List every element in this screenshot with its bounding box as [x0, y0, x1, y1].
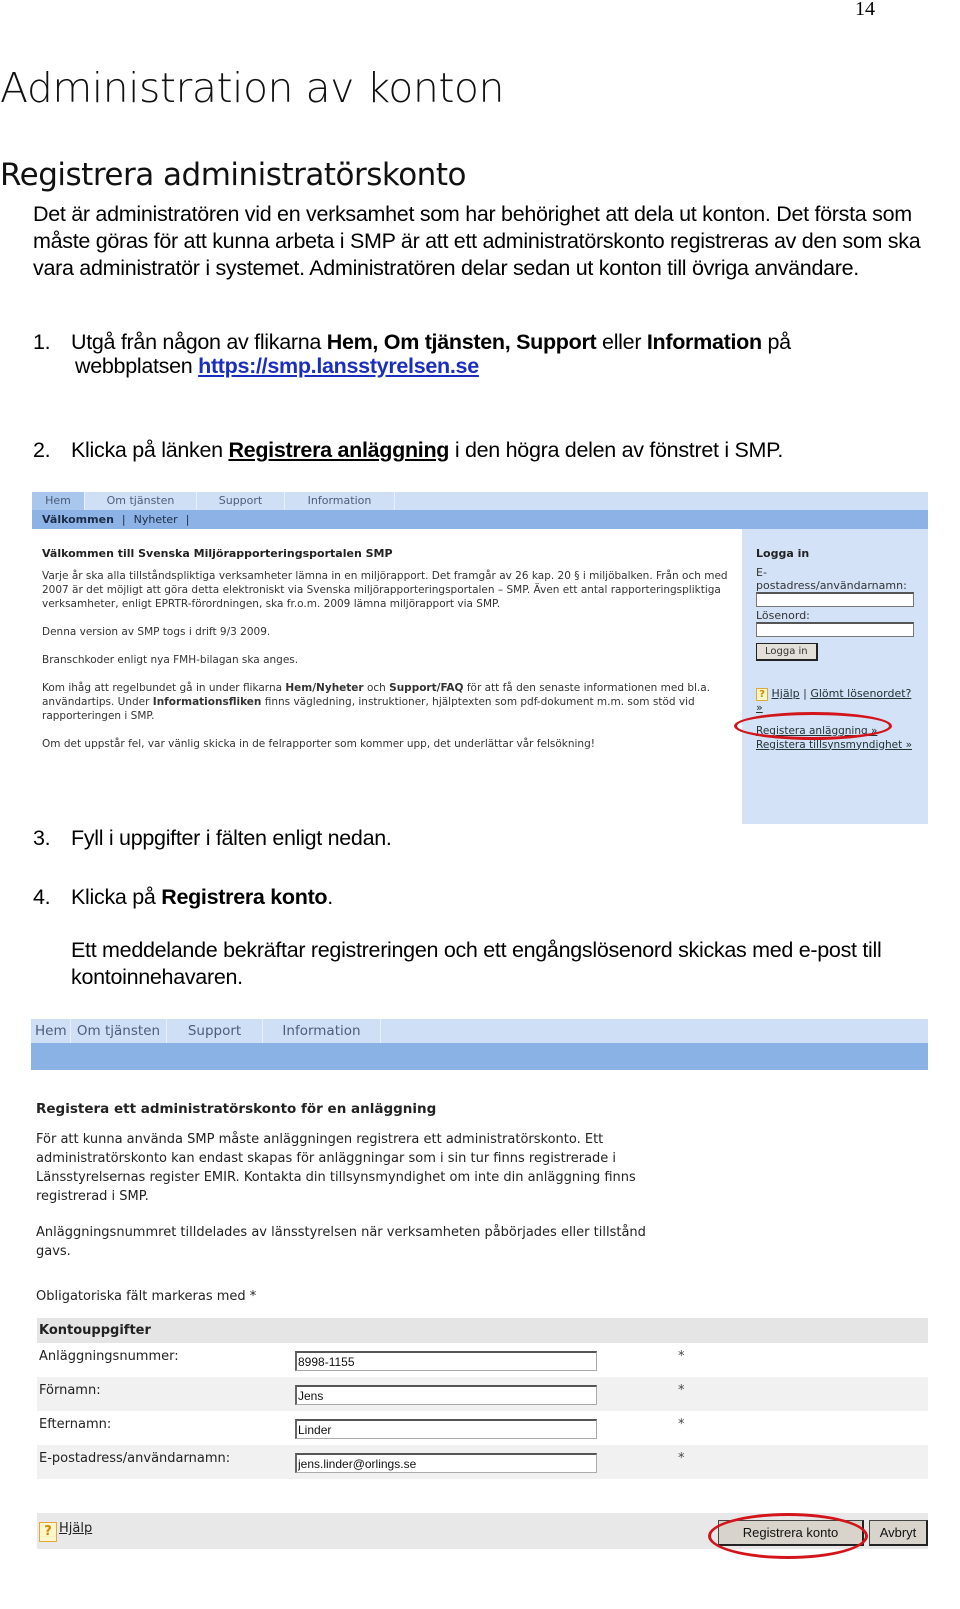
step-text: . — [327, 885, 333, 909]
form-row-facility-number: Anläggningsnummer: * — [37, 1343, 928, 1377]
bold-text: Informationsfliken — [152, 696, 262, 708]
step-1: 1. Utgå från någon av flikarna Hem, Om tj… — [33, 330, 933, 378]
login-sidebar: Logga in E-postadress/användarnamn: Löse… — [742, 529, 928, 824]
last-name-input[interactable] — [295, 1419, 597, 1439]
tab-support[interactable]: Support — [167, 1019, 263, 1043]
required-marker: * — [678, 1451, 685, 1466]
step-text: eller — [596, 330, 647, 354]
tab-hem[interactable]: Hem — [32, 492, 85, 510]
step-4: 4. Klicka på Registrera konto. — [33, 885, 933, 909]
page-title: Administration av konton — [0, 64, 504, 112]
version-paragraph: Denna version av SMP togs i drift 9/3 20… — [42, 626, 271, 638]
subnav-nyheter[interactable]: Nyheter — [134, 513, 178, 526]
form-row-last-name: Efternamn: * — [37, 1411, 928, 1445]
first-name-input[interactable] — [295, 1385, 597, 1405]
text: och — [363, 682, 390, 694]
facility-number-paragraph: Anläggningsnummret tilldelades av länsst… — [36, 1225, 646, 1259]
step-text: i den högra delen av fönstret i SMP. — [449, 438, 784, 462]
required-marker: * — [678, 1417, 685, 1432]
login-email-input[interactable] — [756, 592, 914, 607]
smp-welcome-screenshot: Hem Om tjänsten Support Information Välk… — [32, 492, 928, 824]
tab-om-tjansten[interactable]: Om tjänsten — [71, 1019, 167, 1043]
welcome-paragraph: Varje år ska alla tillståndspliktiga ver… — [42, 570, 728, 610]
help-icon: ? — [39, 1522, 57, 1542]
step-bold: Registrera konto — [161, 885, 328, 909]
required-marker: * — [678, 1349, 685, 1364]
form-row-email: E-postadress/användarnamn: * — [37, 1445, 928, 1479]
highlight-circle — [734, 712, 892, 740]
separator: | — [803, 687, 807, 700]
step-text: Klicka på — [71, 885, 162, 909]
step-text: på — [761, 330, 791, 354]
tab-support[interactable]: Support — [197, 492, 285, 510]
last-name-label: Efternamn: — [39, 1417, 112, 1432]
step-number: 2. — [33, 438, 51, 462]
separator: | — [185, 513, 190, 526]
required-marker: * — [678, 1383, 685, 1398]
login-password-input[interactable] — [756, 622, 914, 637]
tab-bar: Hem Om tjänsten Support Information — [32, 492, 928, 510]
register-info-paragraph: För att kunna använda SMP måste anläggni… — [36, 1132, 636, 1204]
register-authority-link[interactable]: Registera tillsynsmyndighet » — [756, 739, 912, 751]
help-area: ? Hjälp — [39, 1521, 92, 1542]
sub-navigation: Välkommen | Nyheter | — [32, 510, 928, 529]
welcome-content: Välkommen till Svenska Miljörapportering… — [42, 547, 732, 765]
register-title: Registera ett administratörskonto för en… — [36, 1101, 437, 1117]
login-title: Logga in — [756, 547, 810, 560]
tab-information[interactable]: Information — [285, 492, 395, 510]
tab-om-tjansten[interactable]: Om tjänsten — [85, 492, 197, 510]
error-report-paragraph: Om det uppstår fel, var vänlig skicka in… — [42, 738, 595, 750]
step-bold: Hem, Om tjänsten, Support — [326, 330, 597, 354]
welcome-title: Välkommen till Svenska Miljörapportering… — [42, 547, 393, 560]
branch-code-paragraph: Branschkoder enligt nya FMH-bilagan ska … — [42, 654, 299, 666]
highlight-circle — [708, 1513, 868, 1559]
step-text: webbplatsen — [75, 354, 199, 378]
separator: | — [121, 513, 126, 526]
help-links: ? Hjälp | Glömt lösenordet? » — [756, 687, 914, 714]
page-number: 14 — [855, 0, 875, 20]
intro-paragraph: Det är administratören vid en verksamhet… — [33, 202, 921, 280]
tab-hem[interactable]: Hem — [31, 1019, 71, 1043]
help-icon: ? — [756, 687, 768, 701]
step-bold: Information — [646, 330, 762, 354]
register-facility-reference: Registrera anläggning — [228, 438, 450, 462]
first-name-label: Förnamn: — [39, 1383, 101, 1398]
bold-text: Support/FAQ — [389, 682, 464, 694]
email-label: E-postadress/användarnamn: — [39, 1451, 231, 1466]
password-label: Lösenord: — [756, 609, 810, 622]
tab-information[interactable]: Information — [263, 1019, 381, 1043]
cancel-button[interactable]: Avbryt — [869, 1520, 928, 1546]
facility-number-input[interactable] — [295, 1351, 597, 1371]
step-3: 3. Fyll i uppgifter i fälten enligt nedan… — [33, 826, 933, 850]
step-text: Fyll i uppgifter i fälten enligt nedan. — [71, 826, 392, 850]
step-4-note: Ett meddelande bekräftar registreringen … — [71, 938, 882, 989]
text: Kom ihåg att regelbundet gå in under fli… — [42, 682, 286, 694]
email-label: E-postadress/användarnamn: — [756, 566, 907, 592]
required-fields-note: Obligatoriska fält markeras med * — [36, 1289, 257, 1304]
tab-bar: Hem Om tjänsten Support Information — [31, 1019, 928, 1043]
facility-number-label: Anläggningsnummer: — [39, 1349, 179, 1364]
bold-text: Hem/Nyheter — [285, 682, 364, 694]
form-row-first-name: Förnamn: * — [37, 1377, 928, 1411]
section-title: Registrera administratörskonto — [0, 157, 466, 193]
step-text: Klicka på länken — [71, 438, 229, 462]
sub-navigation — [31, 1043, 928, 1070]
step-number: 1. — [33, 330, 51, 354]
login-button[interactable]: Logga in — [756, 643, 818, 661]
smp-register-screenshot: Hem Om tjänsten Support Information Regi… — [31, 1019, 928, 1599]
subnav-valkommen[interactable]: Välkommen — [42, 513, 114, 526]
step-text: Utgå från någon av flikarna — [71, 330, 327, 354]
step-number: 4. — [33, 885, 51, 909]
email-input[interactable] — [295, 1453, 597, 1473]
step-2: 2. Klicka på länken Registrera anläggning… — [33, 438, 933, 462]
help-link[interactable]: Hjälp — [772, 687, 800, 700]
step-number: 3. — [33, 826, 51, 850]
reminder-paragraph: Kom ihåg att regelbundet gå in under fli… — [42, 681, 732, 723]
smp-website-link[interactable]: https://smp.lansstyrelsen.se — [198, 354, 479, 378]
help-link[interactable]: Hjälp — [59, 1521, 92, 1536]
form-section-header: Kontouppgifter — [37, 1318, 928, 1343]
